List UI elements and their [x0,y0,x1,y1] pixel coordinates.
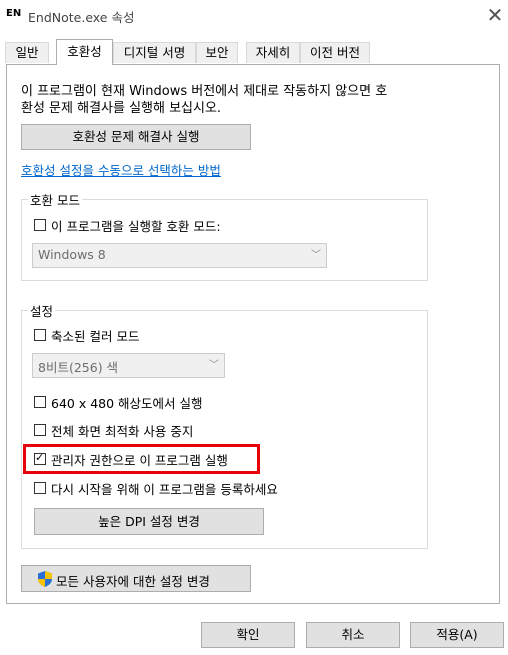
tab-digital-signature[interactable]: 디지털 서명 [113,42,196,63]
tab-previous-versions[interactable]: 이전 버전 [300,42,370,63]
settings-label: 설정 [28,301,56,320]
compat-mode-checkbox[interactable] [34,219,46,231]
close-button[interactable]: ✕ [484,2,506,28]
color-depth-value: 8비트(256) 색 [38,360,119,375]
app-icon: EN [6,8,22,19]
run-as-admin-checkbox[interactable] [34,451,46,465]
chevron-down-icon: ﹀ [311,250,321,261]
close-icon: ✕ [486,3,504,27]
tab-label: 보안 [205,45,229,60]
tab-label: 디지털 서명 [123,45,186,60]
tab-compatibility[interactable]: 호환성 [56,39,113,65]
apply-button[interactable]: 적용(A) [410,622,504,648]
tab-label: 자세히 [255,45,291,60]
compat-mode-checkbox-label: 이 프로그램을 실행할 호환 모드: [51,219,221,234]
shield-icon [38,571,52,587]
tab-label: 호환성 [67,44,102,59]
tab-general[interactable]: 일반 [5,42,49,63]
compat-mode-value: Windows 8 [38,247,106,262]
manual-settings-link[interactable]: 호환성 설정을 수동으로 선택하는 방법 [21,160,221,179]
high-dpi-button[interactable]: 높은 DPI 설정 변경 [34,508,264,535]
tab-label: 일반 [15,45,39,60]
all-users-settings-label: 모든 사용자에 대한 설정 변경 [56,574,210,589]
tab-details[interactable]: 자세히 [246,42,300,63]
compat-mode-label: 호환 모드 [28,190,82,209]
title-bar: EN EndNote.exe 속성 ✕ [0,0,508,32]
res-640-checkbox[interactable] [34,396,46,408]
cancel-button[interactable]: 취소 [306,622,400,648]
tab-security[interactable]: 보안 [196,42,238,63]
reduced-color-label: 축소된 컬러 모드 [51,329,140,344]
all-users-settings-button[interactable]: 모든 사용자에 대한 설정 변경 [21,565,251,592]
register-restart-checkbox[interactable] [34,482,46,494]
intro-line-2: 환성 문제 해결사를 실행해 보십시오. [21,101,222,116]
tab-label: 이전 버전 [310,45,360,60]
register-restart-label: 다시 시작을 위해 이 프로그램을 등록하세요 [51,482,278,497]
disable-fullscreen-checkbox[interactable] [34,424,46,436]
ok-button[interactable]: 확인 [201,622,295,648]
reduced-color-checkbox[interactable] [34,329,46,341]
color-depth-select[interactable]: 8비트(256) 색 ﹀ [32,353,225,378]
compat-mode-group [21,199,428,281]
run-as-admin-label: 관리자 권한으로 이 프로그램 실행 [51,453,228,468]
run-troubleshooter-button[interactable]: 호환성 문제 해결사 실행 [21,124,251,150]
disable-fullscreen-label: 전체 화면 최적화 사용 중지 [51,424,194,439]
window-title: EndNote.exe 속성 [28,10,135,25]
chevron-down-icon: ﹀ [209,360,219,371]
res-640-label: 640 x 480 해상도에서 실행 [51,396,203,411]
compat-mode-select[interactable]: Windows 8 ﹀ [32,243,327,268]
